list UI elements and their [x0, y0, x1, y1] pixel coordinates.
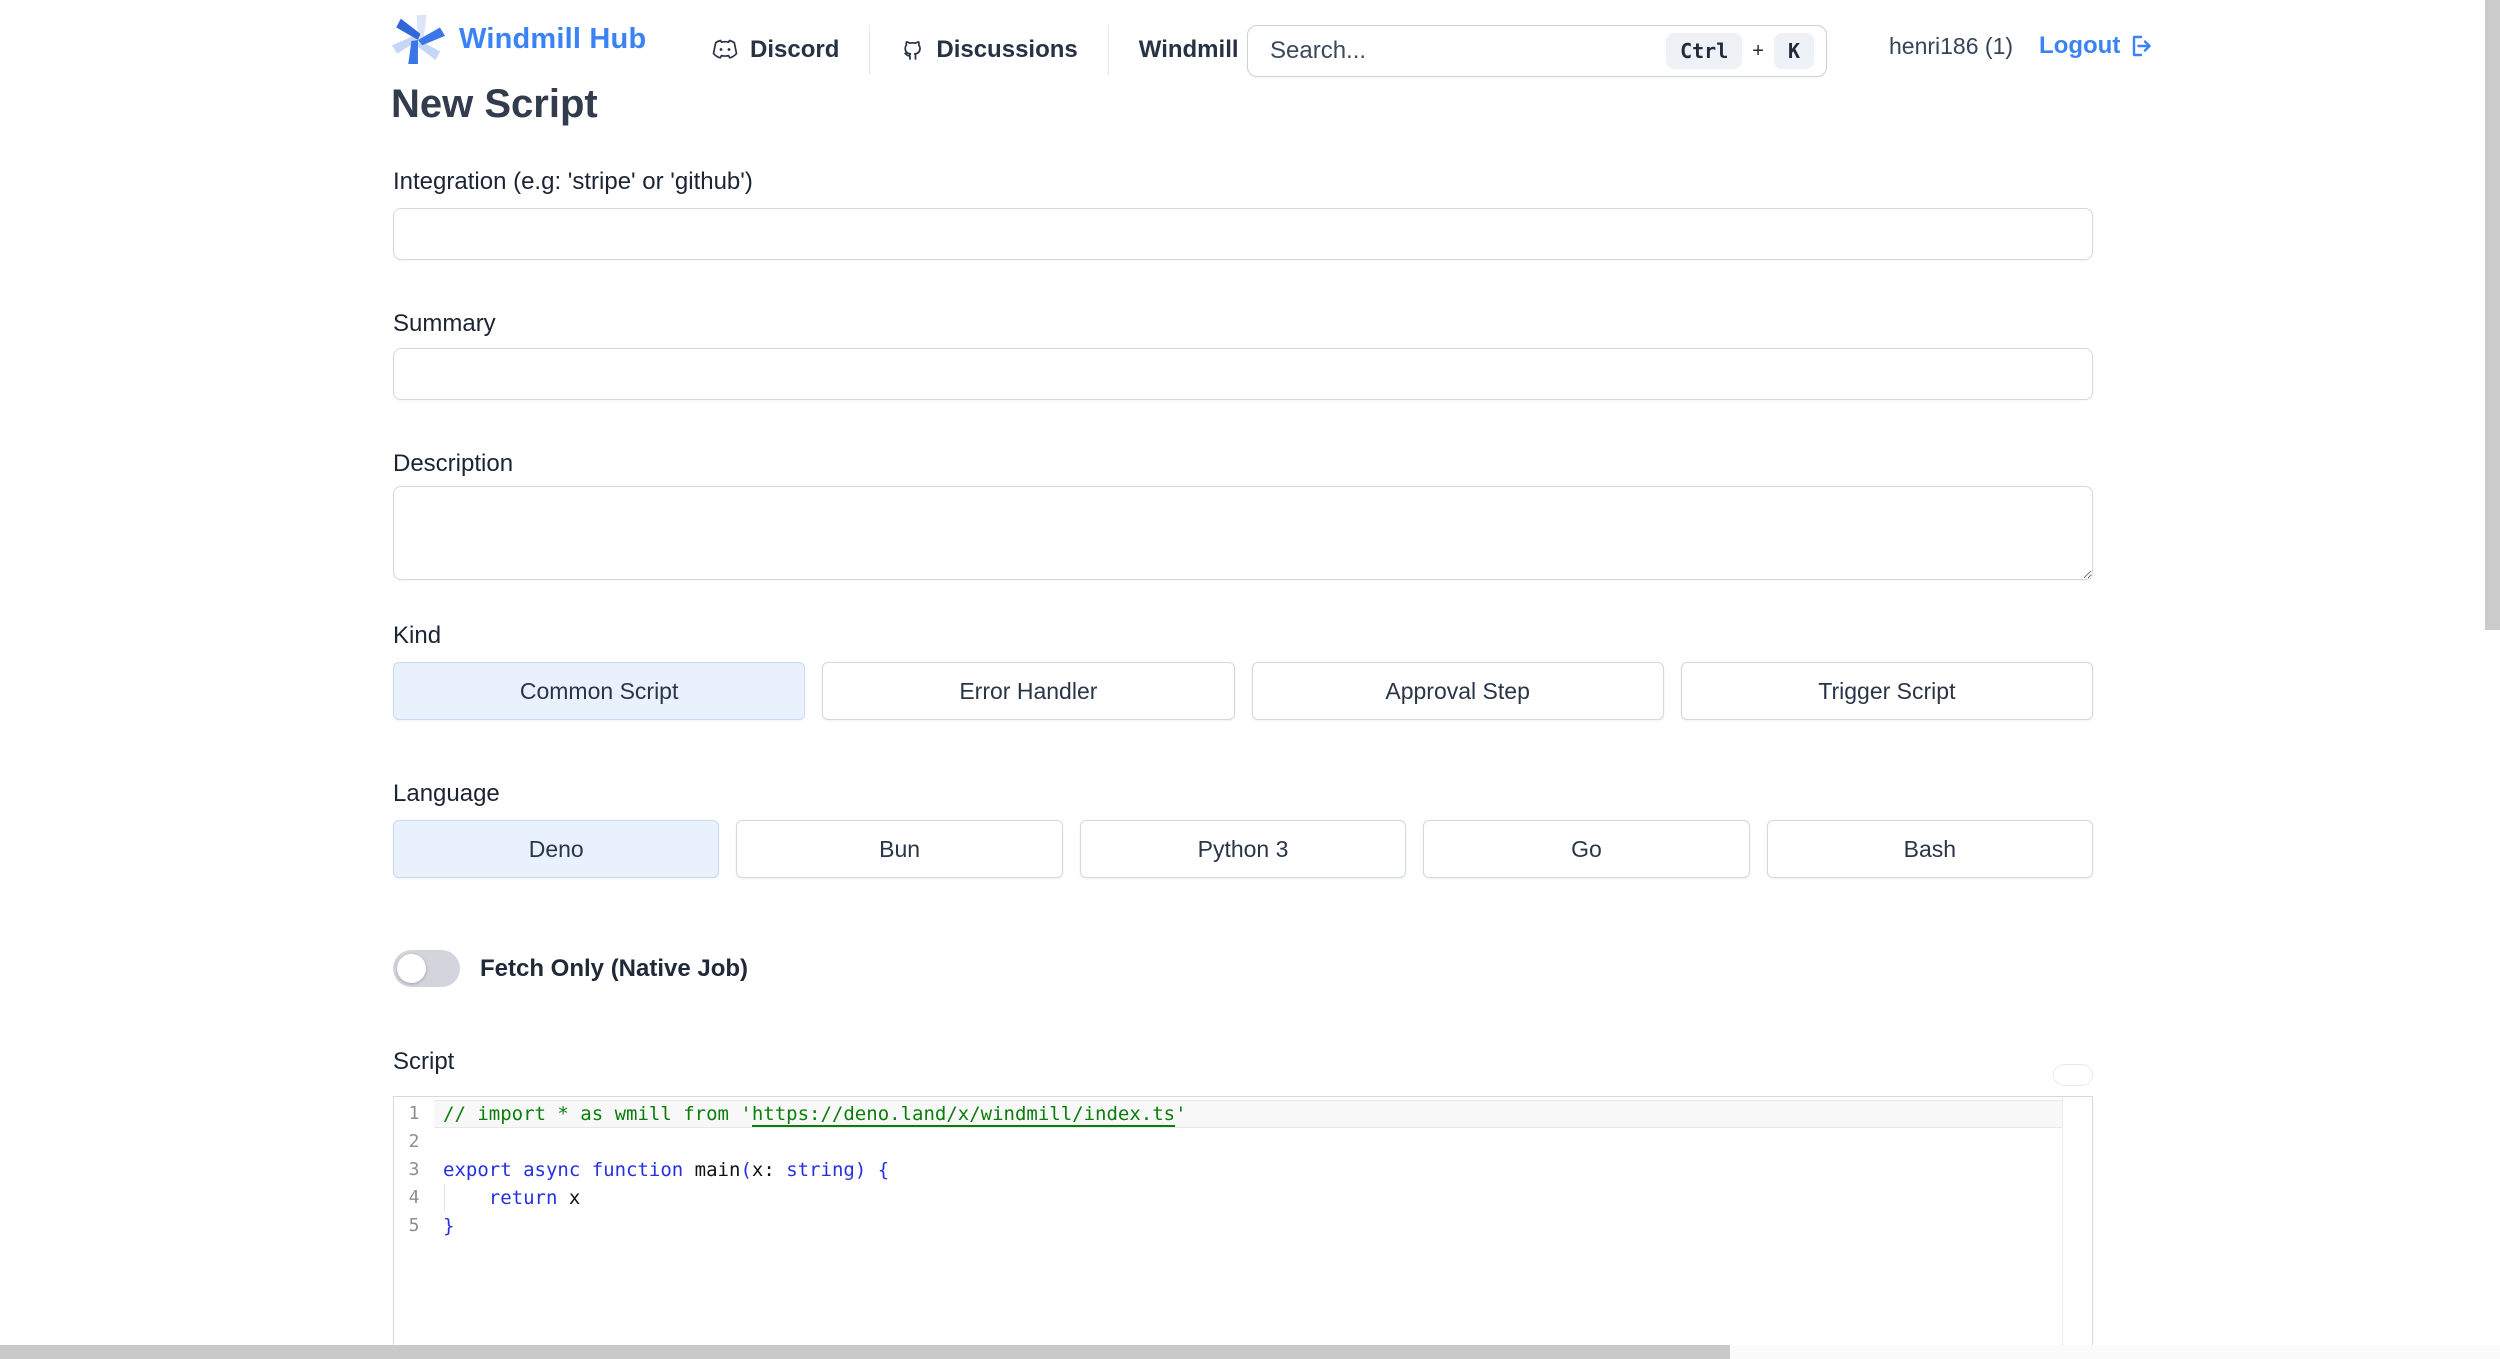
- line-number: 4: [408, 1187, 420, 1208]
- kbd-plus: +: [1752, 39, 1764, 62]
- code-line-content: return x: [434, 1184, 2062, 1212]
- nav-divider: [1107, 25, 1109, 75]
- logout-icon: [2128, 33, 2154, 59]
- page-title: New Script: [391, 82, 598, 126]
- header-nav: Discord Discussions Windmill: [712, 24, 1239, 76]
- language-option-bun[interactable]: Bun: [736, 820, 1063, 878]
- description-textarea[interactable]: [393, 486, 2093, 580]
- search-box[interactable]: Ctrl + K: [1247, 25, 1827, 77]
- script-editor-toggle[interactable]: [2053, 1064, 2093, 1086]
- kind-option-approval-step[interactable]: Approval Step: [1251, 662, 1664, 720]
- code-line-content: }: [443, 1215, 455, 1237]
- nav-windmill-link[interactable]: Windmill: [1139, 36, 1239, 64]
- kind-option-error-handler[interactable]: Error Handler: [822, 662, 1235, 720]
- kind-option-trigger-script[interactable]: Trigger Script: [1680, 662, 2093, 720]
- account-area: henri186 (1) Logout: [1889, 32, 2154, 60]
- code-line-2[interactable]: 2: [394, 1128, 2092, 1156]
- kbd-ctrl: Ctrl: [1666, 33, 1743, 69]
- line-number: 3: [408, 1159, 420, 1180]
- language-option-bash[interactable]: Bash: [1766, 820, 2094, 878]
- nav-discussions-label: Discussions: [936, 36, 1078, 63]
- github-icon: [900, 38, 924, 62]
- code-line-content: export async function main(x: string) {: [443, 1159, 890, 1181]
- fetch-only-label: Fetch Only (Native Job): [480, 954, 749, 982]
- brand[interactable]: Windmill Hub: [391, 14, 646, 64]
- language-option-python-3[interactable]: Python 3: [1079, 820, 1407, 878]
- description-label: Description: [393, 450, 514, 477]
- code-line-4[interactable]: 4 return x: [394, 1184, 2092, 1212]
- nav-discord-link[interactable]: Discord: [712, 36, 839, 64]
- toggle-knob-icon: [397, 954, 426, 983]
- logout-button[interactable]: Logout: [2039, 32, 2154, 60]
- code-line-5[interactable]: 5}: [394, 1212, 2092, 1240]
- integration-input[interactable]: [393, 208, 2093, 260]
- vertical-scrollbar-thumb[interactable]: [2485, 0, 2500, 630]
- kind-options-row: Common Script Error Handler Approval Step T…: [393, 662, 2093, 720]
- horizontal-scrollbar[interactable]: [0, 1345, 2500, 1359]
- windmill-logo-icon: [391, 14, 445, 64]
- nav-windmill-label: Windmill: [1138, 36, 1239, 63]
- fetch-only-toggle[interactable]: [393, 950, 460, 987]
- editor-minimap-divider: [2062, 1097, 2063, 1359]
- logout-label: Logout: [2039, 32, 2121, 59]
- script-label: Script: [393, 1048, 455, 1075]
- kind-option-common-script[interactable]: Common Script: [393, 662, 806, 720]
- integration-label: Integration (e.g: 'stripe' or 'github'): [393, 168, 753, 195]
- nav-divider: [869, 25, 871, 75]
- discord-icon: [712, 39, 738, 61]
- code-line-3[interactable]: 3 export async function main(x: string) {: [394, 1156, 2092, 1184]
- nav-discord-label: Discord: [750, 36, 840, 63]
- horizontal-scrollbar-thumb[interactable]: [0, 1345, 1730, 1359]
- line-number: 5: [408, 1215, 420, 1236]
- code-editor[interactable]: 1 // import * as wmill from 'https://deno…: [393, 1096, 2093, 1359]
- line-number: 1: [408, 1103, 420, 1124]
- language-option-go[interactable]: Go: [1423, 820, 1750, 878]
- search-input[interactable]: [1248, 26, 1667, 76]
- kind-label: Kind: [393, 622, 442, 649]
- language-option-deno[interactable]: Deno: [393, 820, 720, 878]
- summary-label: Summary: [393, 310, 496, 337]
- nav-discussions-link[interactable]: Discussions: [900, 36, 1078, 64]
- kbd-k: K: [1773, 33, 1814, 69]
- code-line-content: // import * as wmill from 'https://deno.…: [434, 1100, 2062, 1128]
- fetch-only-row: Fetch Only (Native Job): [393, 950, 748, 987]
- summary-input[interactable]: [393, 348, 2093, 400]
- code-lines: 1 // import * as wmill from 'https://deno…: [394, 1100, 2092, 1240]
- code-line-content: [434, 1128, 2062, 1156]
- code-line-1[interactable]: 1 // import * as wmill from 'https://deno…: [394, 1100, 2092, 1128]
- username: henri186 (1): [1889, 32, 2014, 59]
- line-number: 2: [408, 1131, 420, 1152]
- language-options-row: Deno Bun Python 3 Go Bash: [393, 820, 2094, 878]
- brand-name: Windmill Hub: [459, 22, 647, 55]
- language-label: Language: [393, 780, 500, 807]
